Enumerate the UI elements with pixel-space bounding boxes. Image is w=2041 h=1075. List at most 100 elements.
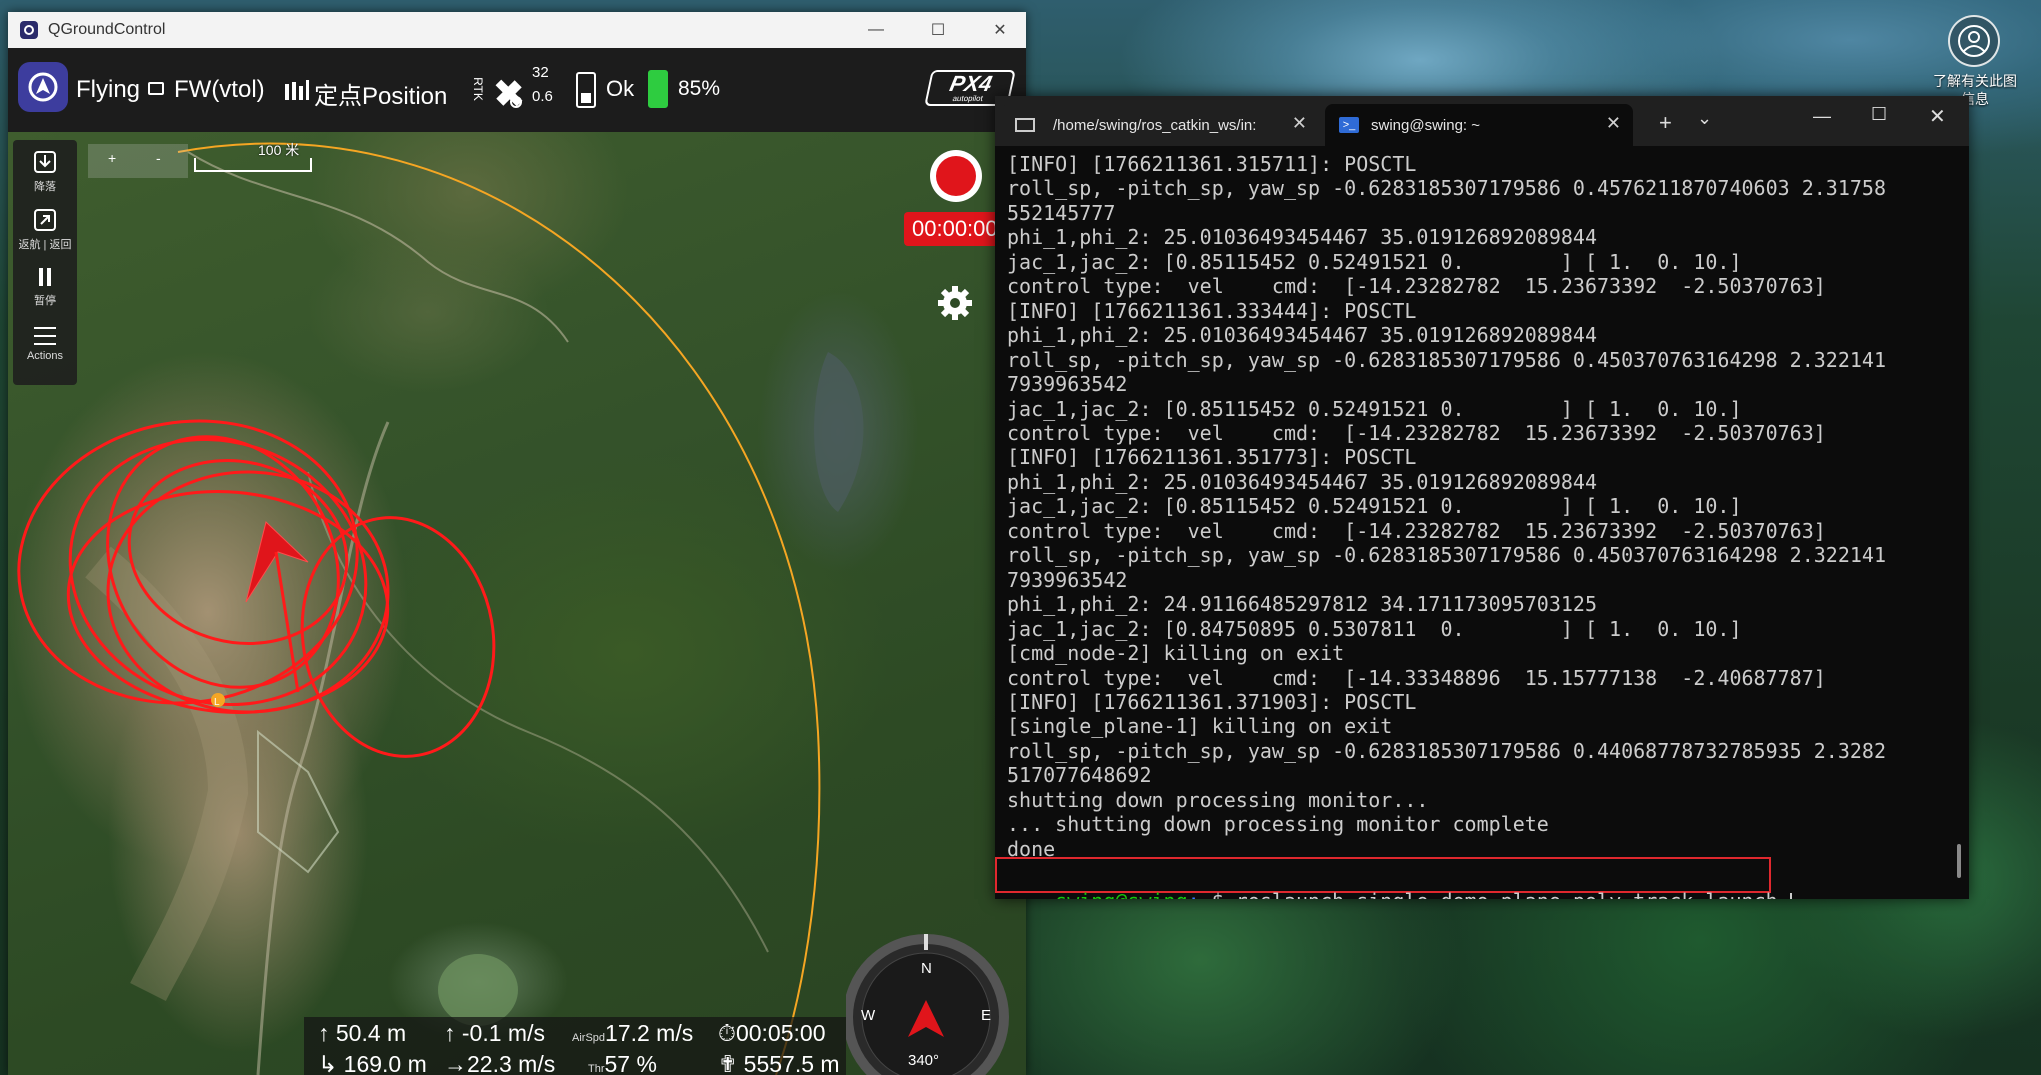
qgc-titlebar[interactable]: QGroundControl — ☐ ✕ [8, 12, 1026, 48]
actions-button[interactable]: Actions [13, 324, 77, 362]
qgc-window-title: QGroundControl [48, 21, 166, 38]
close-button[interactable]: ✕ [969, 12, 1026, 48]
rtl-button[interactable]: 返航 | 返回 [13, 206, 77, 252]
zoom-in-button[interactable]: + [108, 150, 116, 166]
throttle-value: Thr57 % [588, 1051, 657, 1075]
terminal-line: roll_sp, -pitch_sp, yaw_sp -0.6283185307… [1007, 176, 1886, 201]
record-button[interactable] [930, 150, 982, 202]
distance-total-value: ✟ 5557.5 m [718, 1051, 840, 1075]
vehicle-type[interactable]: FW(vtol) [174, 76, 265, 104]
terminal-prompt-line[interactable]: swing@swing:~$ roslaunch single_demo pla… [1007, 862, 1792, 899]
throttle-label: Thr [588, 1063, 605, 1075]
distance-home-text: 169.0 m [343, 1051, 427, 1075]
gear-icon[interactable] [934, 282, 976, 324]
terminal-tab-2-title: swing@swing: ~ [1371, 116, 1481, 134]
terminal-line: [cmd_node-2] killing on exit [1007, 641, 1345, 666]
plan-toolstrip: 降落 返航 | 返回 暂停 Actions [13, 140, 77, 385]
battery-icon[interactable] [576, 72, 596, 108]
user-circle-icon[interactable] [1948, 15, 2000, 67]
telemetry-bar[interactable]: ↑ 50.4 m ↑ -0.1 m/s AirSpd17.2 m/s ⏱00:0… [304, 1017, 846, 1075]
flight-mode[interactable]: 定点Position [314, 76, 447, 111]
prompt-symbol: $ [1212, 889, 1224, 899]
minimize-button[interactable]: — [845, 12, 907, 48]
new-tab-button[interactable]: + [1659, 110, 1672, 136]
compass-widget: N E W 340° [843, 912, 1026, 1075]
terminal-line: phi_1,phi_2: 25.01036493454467 35.019126… [1007, 469, 1598, 494]
signal-bars-icon[interactable] [284, 80, 310, 107]
prompt-path: :~ [1188, 889, 1212, 899]
zoom-controls[interactable]: + - [88, 144, 188, 178]
terminal-line: control type: vel cmd: [-14.23282782 15.… [1007, 274, 1826, 299]
pause-icon [39, 268, 51, 286]
qgc-toolbar: Flying FW(vtol) 定点Position RTK 32 0.6 Ok… [8, 48, 1026, 132]
battery-level-icon[interactable] [648, 70, 668, 108]
land-label: 降落 [34, 181, 56, 193]
terminal-output[interactable]: [INFO] [1766211361.315711]: POSCTL roll_s… [1007, 152, 1957, 899]
airspeed-value: AirSpd17.2 m/s [572, 1020, 693, 1047]
terminal-line: [single_plane-1] killing on exit [1007, 714, 1393, 739]
terminal-line: control type: vel cmd: [-14.33348896 15.… [1007, 665, 1826, 690]
record-icon [936, 156, 976, 196]
land-button[interactable]: 降落 [13, 148, 77, 194]
close-icon[interactable]: ✕ [1606, 113, 1621, 134]
ground-speed-text: 22.3 m/s [467, 1051, 556, 1075]
distance-home-value: ↳ 169.0 m [318, 1051, 427, 1075]
distance-total-text: 5557.5 m [743, 1051, 840, 1075]
terminal-line: roll_sp, -pitch_sp, yaw_sp -0.6283185307… [1007, 738, 1886, 763]
geofence-circle [177, 142, 821, 1075]
ground-speed-value: →22.3 m/s [444, 1051, 556, 1075]
terminal-line: control type: vel cmd: [-14.23282782 15.… [1007, 518, 1826, 543]
tab-dropdown-button[interactable]: ⌄ [1697, 108, 1712, 129]
qgc-logo-icon[interactable] [18, 62, 68, 112]
terminal-line: jac_1,jac_2: [0.85115452 0.52491521 0. ]… [1007, 396, 1742, 421]
terminal-line: phi_1,phi_2: 25.01036493454467 35.019126… [1007, 323, 1598, 348]
pause-button[interactable]: 暂停 [13, 266, 77, 308]
altitude-value: ↑ 50.4 m [318, 1020, 407, 1046]
satellite-icon[interactable] [490, 74, 528, 117]
terminal-icon [1015, 118, 1035, 132]
terminal-line: ... shutting down processing monitor com… [1007, 812, 1549, 837]
powershell-icon: >_ [1339, 117, 1359, 133]
svg-text:L: L [214, 697, 220, 708]
satellite-count: 32 [532, 64, 549, 81]
terminal-line: control type: vel cmd: [-14.23282782 15.… [1007, 420, 1826, 445]
terminal-tab-1[interactable]: /home/swing/ros_catkin_ws/in: ✕ [1001, 104, 1319, 146]
terminal-line: done [1007, 836, 1056, 861]
terminal-line: jac_1,jac_2: [0.85115452 0.52491521 0. ]… [1007, 494, 1742, 519]
prompt-user: swing@swing [1055, 889, 1187, 899]
battery-percent: 85% [678, 77, 721, 100]
terminal-line: phi_1,phi_2: 25.01036493454467 35.019126… [1007, 225, 1598, 250]
desktop-info-line1: 了解有关此图 [1933, 73, 2017, 89]
close-icon[interactable]: ✕ [1292, 113, 1307, 134]
terminal-close-button[interactable]: ✕ [1929, 104, 1946, 129]
terminal-tabbar[interactable]: /home/swing/ros_catkin_ws/in: ✕ >_ swing… [995, 96, 1969, 146]
compass-e: E [981, 1007, 992, 1024]
terminal-line: shutting down processing monitor... [1007, 787, 1429, 812]
terminal-minimize-button[interactable]: — [1813, 106, 1831, 127]
px4-logo-sub: autopilot [951, 94, 984, 103]
terminal-window: /home/swing/ros_catkin_ws/in: ✕ >_ swing… [995, 96, 1969, 899]
terminal-line: [INFO] [1766211361.315711]: POSCTL [1007, 152, 1417, 176]
menu-icon [34, 327, 56, 345]
flight-state[interactable]: Flying [76, 76, 140, 104]
actions-label: Actions [26, 350, 64, 362]
battery-status[interactable]: Ok [606, 76, 634, 102]
flight-path [17, 419, 496, 758]
terminal-line: jac_1,jac_2: [0.84750895 0.5307811 0. ] … [1007, 616, 1742, 641]
compass-w: W [861, 1007, 876, 1024]
terminal-line: [INFO] [1766211361.371903]: POSCTL [1007, 689, 1417, 714]
terminal-line: roll_sp, -pitch_sp, yaw_sp -0.6283185307… [1007, 543, 1886, 568]
message-icon[interactable] [148, 82, 164, 95]
terminal-maximize-button[interactable]: ☐ [1871, 104, 1887, 125]
maximize-button[interactable]: ☐ [907, 12, 969, 48]
terminal-tab-1-title: /home/swing/ros_catkin_ws/in: [1053, 116, 1257, 134]
terminal-line: 7939963542 [1007, 372, 1128, 397]
command-text: roslaunch single_demo plane_poly_track.l… [1224, 889, 1790, 899]
map-view[interactable]: L 降落 返航 | 返回 暂停 Actions + - 100 米 00:00:… [8, 132, 1026, 1075]
zoom-out-button[interactable]: - [156, 150, 161, 166]
terminal-tab-2[interactable]: >_ swing@swing: ~ ✕ [1325, 104, 1633, 146]
terminal-scrollbar[interactable] [1957, 844, 1961, 878]
rtk-label[interactable]: RTK [471, 77, 485, 101]
terminal-line: roll_sp, -pitch_sp, yaw_sp -0.6283185307… [1007, 347, 1886, 372]
terminal-line: 517077648692 [1007, 763, 1152, 788]
